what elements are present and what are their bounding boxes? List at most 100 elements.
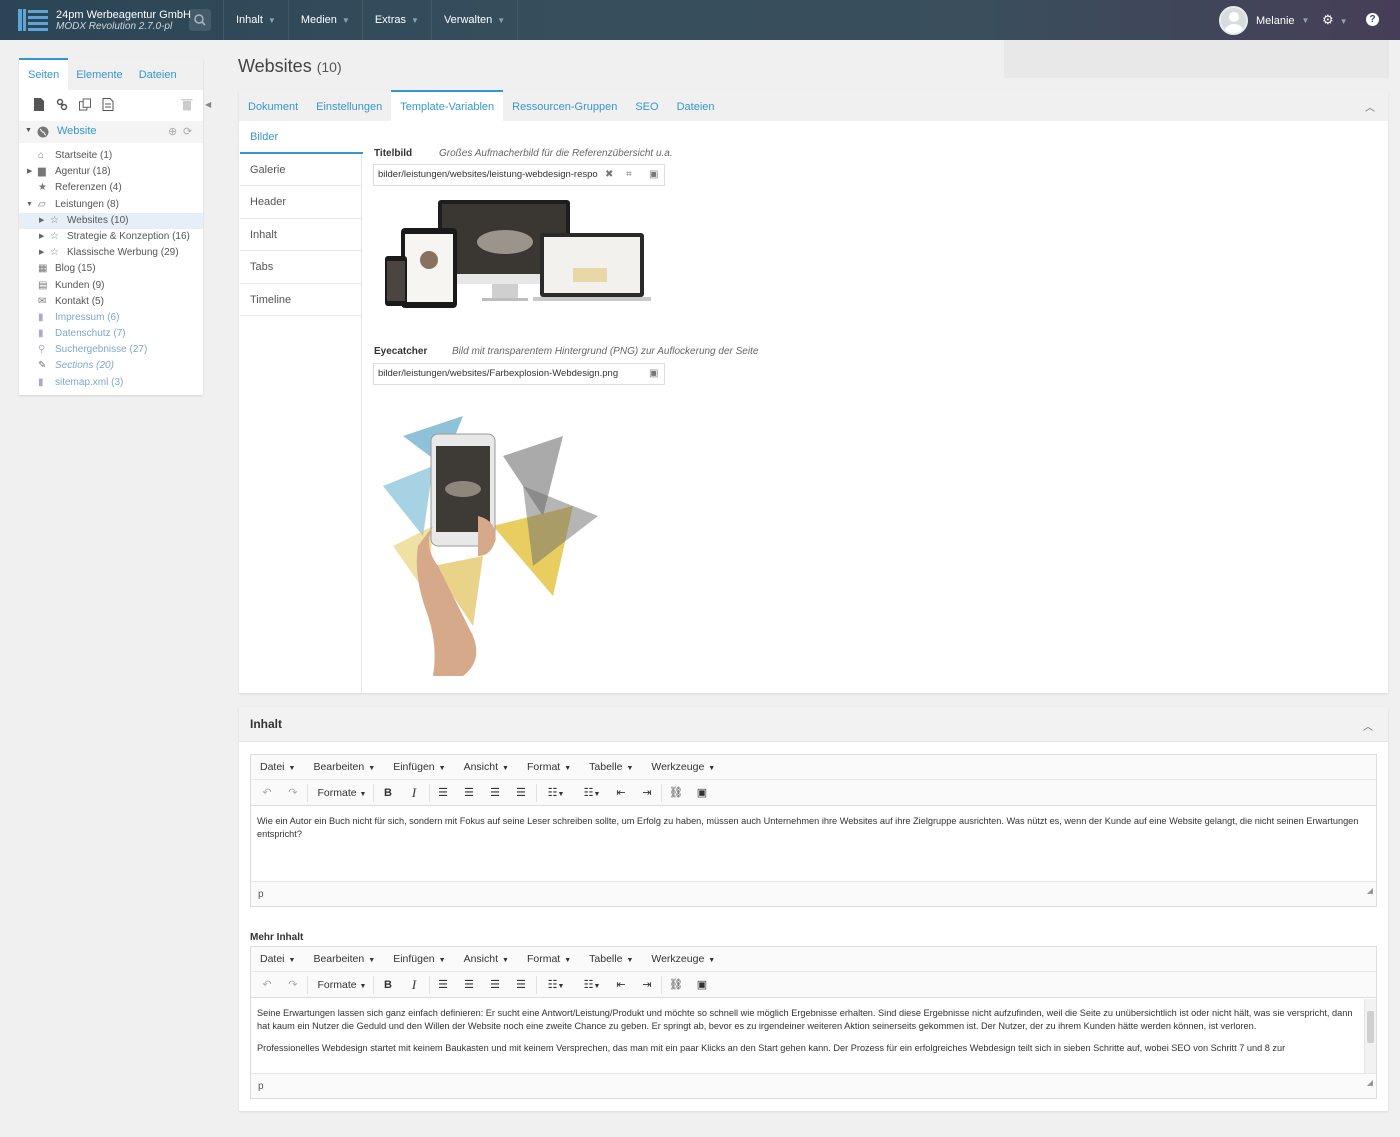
- content-panel-header[interactable]: [239, 707, 1388, 742]
- undo-icon[interactable]: ↶: [260, 784, 274, 802]
- trash-icon[interactable]: [181, 98, 193, 111]
- resize-grip-icon[interactable]: ◢: [1367, 1070, 1373, 1096]
- tab-dateien[interactable]: Dateien: [131, 58, 185, 90]
- tv-category-timeline[interactable]: Timeline: [240, 284, 361, 316]
- redo-icon[interactable]: ↷: [286, 784, 300, 802]
- tab-dokument[interactable]: Dokument: [239, 90, 307, 121]
- tree-node[interactable]: ⚲ Suchergebnisse (27): [19, 342, 203, 358]
- menu-ansicht[interactable]: Ansicht ▼: [455, 953, 518, 965]
- browse-image-icon[interactable]: ▣: [649, 364, 658, 384]
- scrollbar-thumb[interactable]: [1367, 1011, 1374, 1043]
- tree-node[interactable]: ▮ Impressum (6): [19, 310, 203, 326]
- tab-template-variablen[interactable]: Template-Variablen: [391, 90, 504, 121]
- tree-node[interactable]: ▼ ▱ Leistungen (8): [19, 197, 203, 213]
- user-menu[interactable]: Melanie ▼: [1219, 6, 1309, 35]
- outdent-icon[interactable]: ⇤: [614, 976, 628, 994]
- formats-dropdown[interactable]: Formate ▼: [315, 784, 369, 802]
- indent-icon[interactable]: ⇥: [640, 976, 654, 994]
- image-icon[interactable]: ▣: [695, 976, 709, 994]
- search-button[interactable]: [189, 9, 211, 31]
- image-icon[interactable]: ▣: [695, 784, 709, 802]
- crop-icon[interactable]: ⌗: [626, 165, 632, 185]
- chevron-up-icon[interactable]: ︿: [1365, 99, 1375, 114]
- tv-category-tabs[interactable]: Tabs: [240, 251, 361, 284]
- align-right-icon[interactable]: ☰: [488, 976, 502, 994]
- numbered-list-icon[interactable]: ☷▼: [579, 784, 605, 802]
- menu-datei[interactable]: Datei ▼: [251, 761, 304, 773]
- settings-menu[interactable]: ⚙ ▼: [1322, 12, 1348, 28]
- editor-scrollbar[interactable]: [1364, 999, 1376, 1073]
- tab-einstellungen[interactable]: Einstellungen: [307, 90, 391, 121]
- undo-icon[interactable]: ↶: [260, 976, 274, 994]
- tree-node[interactable]: ★ Referenzen (4): [19, 180, 203, 196]
- caret-right-icon[interactable]: ▶: [39, 229, 44, 245]
- refresh-icon[interactable]: ⟳: [183, 125, 192, 138]
- weblink-icon[interactable]: [56, 98, 68, 111]
- site-brand[interactable]: 24pm Werbeagentur GmbH MODX Revolution 2…: [56, 9, 191, 33]
- outdent-icon[interactable]: ⇤: [614, 784, 628, 802]
- align-right-icon[interactable]: ☰: [488, 784, 502, 802]
- element-path[interactable]: p: [258, 1081, 264, 1092]
- menu-einfuegen[interactable]: Einfügen ▼: [384, 761, 454, 773]
- nav-inhalt[interactable]: Inhalt ▼: [223, 0, 288, 40]
- tree-node[interactable]: ✎ Sections (20): [19, 358, 203, 374]
- align-center-icon[interactable]: ☰: [462, 784, 476, 802]
- bullet-list-icon[interactable]: ☷▼: [543, 976, 569, 994]
- tab-ressourcen-gruppen[interactable]: Ressourcen-Gruppen: [503, 90, 626, 121]
- menu-tabelle[interactable]: Tabelle ▼: [580, 953, 642, 965]
- caret-right-icon[interactable]: ▶: [27, 164, 32, 180]
- tv-category-inhalt[interactable]: Inhalt: [240, 219, 361, 251]
- bullet-list-icon[interactable]: ☷▼: [543, 784, 569, 802]
- nav-extras[interactable]: Extras ▼: [361, 0, 431, 40]
- caret-right-icon[interactable]: ▶: [39, 213, 44, 229]
- tv-category-galerie[interactable]: Galerie: [240, 154, 361, 186]
- bold-icon[interactable]: B: [381, 784, 395, 802]
- tree-node[interactable]: ▤ Kunden (9): [19, 278, 203, 294]
- collapse-sidebar-icon[interactable]: ◀: [205, 100, 211, 109]
- tree-node-selected[interactable]: ▶ ☆ Websites (10): [19, 212, 203, 229]
- symlink-icon[interactable]: [79, 98, 91, 111]
- align-left-icon[interactable]: ☰: [436, 784, 450, 802]
- new-document-icon[interactable]: [33, 98, 45, 111]
- menu-tabelle[interactable]: Tabelle ▼: [580, 761, 642, 773]
- tree-node[interactable]: ⌂ Startseite (1): [19, 148, 203, 164]
- tree-root-website[interactable]: ▼ Website ⊕ ⟳: [19, 121, 203, 143]
- nav-verwalten[interactable]: Verwalten ▼: [430, 0, 519, 40]
- tv-titelbild-field[interactable]: bilder/leistungen/websites/leistung-webd…: [373, 164, 665, 186]
- tree-node[interactable]: ▮ Datenschutz (7): [19, 326, 203, 342]
- nav-medien[interactable]: Medien ▼: [287, 0, 362, 40]
- tv-category-bilder[interactable]: Bilder: [240, 121, 363, 154]
- align-left-icon[interactable]: ☰: [436, 976, 450, 994]
- align-justify-icon[interactable]: ☰: [514, 976, 528, 994]
- tree-node[interactable]: ▶ ☆ Klassische Werbung (29): [19, 245, 203, 261]
- editor-content-area[interactable]: Seine Erwartungen lassen sich ganz einfa…: [251, 998, 1376, 1072]
- static-resource-icon[interactable]: [102, 98, 114, 111]
- modx-logo[interactable]: [18, 9, 48, 31]
- align-center-icon[interactable]: ☰: [462, 976, 476, 994]
- menu-format[interactable]: Format ▼: [518, 953, 580, 965]
- menu-einfuegen[interactable]: Einfügen ▼: [384, 953, 454, 965]
- tab-seo[interactable]: SEO: [626, 90, 667, 121]
- menu-werkzeuge[interactable]: Werkzeuge ▼: [642, 953, 724, 965]
- add-context-icon[interactable]: ⊕: [168, 125, 177, 138]
- menu-werkzeuge[interactable]: Werkzeuge ▼: [642, 761, 724, 773]
- clear-icon[interactable]: ✖: [605, 165, 613, 185]
- menu-datei[interactable]: Datei ▼: [251, 953, 304, 965]
- caret-down-icon[interactable]: ▼: [26, 197, 33, 213]
- resize-grip-icon[interactable]: ◢: [1367, 878, 1373, 904]
- tab-elemente[interactable]: Elemente: [68, 58, 130, 90]
- link-icon[interactable]: ⛓: [669, 784, 683, 802]
- help-icon[interactable]: ?: [1366, 13, 1379, 26]
- tree-node[interactable]: ▮ sitemap.xml (3): [19, 375, 203, 391]
- caret-right-icon[interactable]: ▶: [39, 245, 44, 261]
- redo-icon[interactable]: ↷: [286, 976, 300, 994]
- tv-eyecatcher-field[interactable]: bilder/leistungen/websites/Farbexplosion…: [373, 363, 665, 385]
- align-justify-icon[interactable]: ☰: [514, 784, 528, 802]
- menu-bearbeiten[interactable]: Bearbeiten ▼: [304, 761, 384, 773]
- menu-ansicht[interactable]: Ansicht ▼: [455, 761, 518, 773]
- menu-format[interactable]: Format ▼: [518, 761, 580, 773]
- tree-node[interactable]: ▶ ▆ Agentur (18): [19, 164, 203, 180]
- tv-category-header[interactable]: Header: [240, 186, 361, 219]
- formats-dropdown[interactable]: Formate ▼: [315, 976, 369, 994]
- tree-node[interactable]: ▦ Blog (15): [19, 261, 203, 277]
